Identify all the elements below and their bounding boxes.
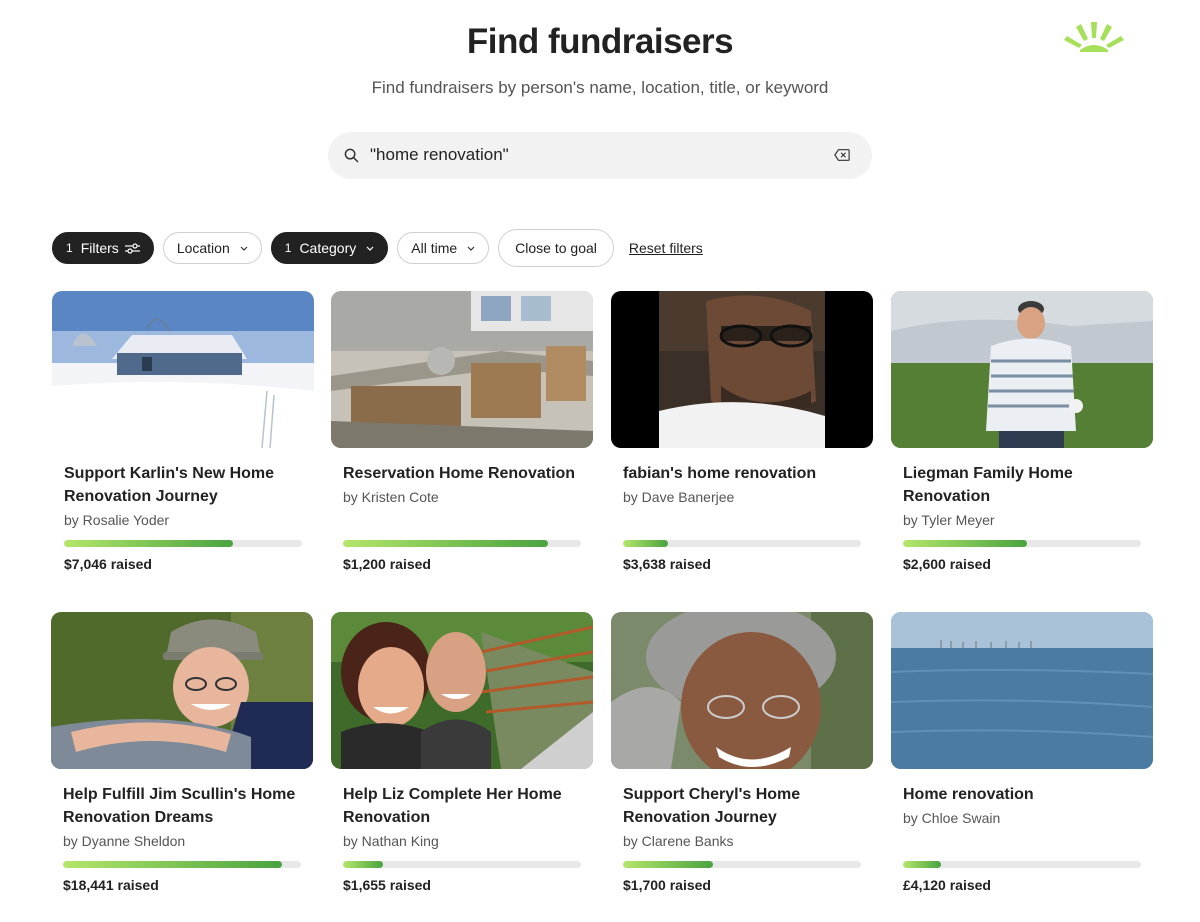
time-dropdown[interactable]: All time [397, 232, 490, 264]
fundraiser-organizer: by Tyler Meyer [903, 512, 995, 528]
page-title: Find fundraisers [466, 22, 734, 61]
amount-raised: $1,200 raised [343, 556, 431, 572]
fundraiser-title[interactable]: Reservation Home Renovation [343, 462, 581, 485]
progress-bar [343, 540, 581, 547]
filters-label: Filters [80, 240, 119, 256]
fundraiser-organizer: by Nathan King [343, 833, 439, 849]
amount-raised: $18,441 raised [63, 877, 159, 893]
fundraiser-organizer: by Rosalie Yoder [64, 512, 170, 528]
progress-fill [623, 861, 714, 868]
fundraiser-card[interactable]: Help Liz Complete Her Home Renovation by… [331, 612, 593, 893]
filters-button[interactable]: 1 Filters [52, 232, 154, 264]
close-to-goal-button[interactable]: Close to goal [498, 229, 614, 267]
location-label: Location [176, 240, 230, 256]
progress-fill [623, 540, 669, 547]
progress-bar [623, 861, 861, 868]
sliders-icon [124, 242, 140, 254]
fundraiser-title[interactable]: Home renovation [903, 783, 1141, 806]
progress-fill [343, 861, 384, 868]
fundraiser-title[interactable]: Help Liz Complete Her Home Renovation [343, 783, 581, 829]
category-count: 1 [284, 241, 292, 255]
progress-bar [623, 540, 861, 547]
fundraiser-image[interactable] [611, 291, 873, 448]
fundraiser-image[interactable] [52, 291, 314, 448]
fundraiser-card[interactable]: Help Fulfill Jim Scullin's Home Renovati… [51, 612, 313, 893]
progress-fill [63, 861, 282, 868]
fundraiser-title[interactable]: Liegman Family Home Renovation [903, 462, 1141, 508]
fundraiser-organizer: by Dave Banerjee [623, 489, 735, 505]
chevron-down-icon [240, 246, 248, 251]
fundraiser-card[interactable]: Reservation Home Renovation by Kristen C… [331, 291, 593, 572]
fundraiser-title[interactable]: Help Fulfill Jim Scullin's Home Renovati… [63, 783, 301, 829]
fundraiser-image[interactable] [331, 612, 593, 769]
filters-count: 1 [66, 241, 73, 255]
category-dropdown[interactable]: 1 Category [270, 232, 389, 264]
fundraiser-organizer: by Clarene Banks [623, 833, 734, 849]
search-input[interactable]: "home renovation" [370, 145, 509, 165]
amount-raised: $1,655 raised [343, 877, 431, 893]
fundraiser-card[interactable]: Support Cheryl's Home Renovation Journey… [611, 612, 873, 893]
filter-bar: 1 Filters Location 1 Category All time C… [52, 229, 703, 267]
amount-raised: $1,700 raised [623, 877, 711, 893]
fundraiser-organizer: by Dyanne Sheldon [63, 833, 186, 849]
fundraiser-title[interactable]: Support Karlin's New Home Renovation Jou… [64, 462, 302, 508]
amount-raised: $3,638 raised [623, 556, 711, 572]
progress-fill [903, 861, 942, 868]
fundraiser-organizer: by Chloe Swain [903, 810, 1001, 826]
search-bar[interactable]: "home renovation" [328, 132, 872, 179]
progress-bar [343, 861, 581, 868]
reset-filters-link[interactable]: Reset filters [629, 240, 703, 256]
progress-fill [903, 540, 1027, 547]
fundraiser-title[interactable]: Support Cheryl's Home Renovation Journey [623, 783, 861, 829]
amount-raised: £4,120 raised [903, 877, 991, 893]
fundraiser-image[interactable] [891, 291, 1153, 448]
search-icon [344, 148, 359, 163]
amount-raised: $7,046 raised [64, 556, 152, 572]
progress-bar [63, 861, 301, 868]
progress-fill [343, 540, 548, 547]
chevron-down-icon [366, 246, 374, 251]
fundraiser-card[interactable]: Liegman Family Home Renovation by Tyler … [891, 291, 1153, 572]
time-label: All time [411, 240, 458, 256]
amount-raised: $2,600 raised [903, 556, 991, 572]
progress-bar [64, 540, 302, 547]
progress-fill [64, 540, 233, 547]
chevron-down-icon [467, 246, 475, 251]
fundraiser-card[interactable]: Support Karlin's New Home Renovation Jou… [52, 291, 314, 572]
category-label: Category [299, 240, 357, 256]
close-to-goal-label: Close to goal [515, 240, 597, 256]
progress-bar [903, 540, 1141, 547]
progress-bar [903, 861, 1141, 868]
fundraiser-image[interactable] [611, 612, 873, 769]
fundraiser-image[interactable] [891, 612, 1153, 769]
fundraiser-organizer: by Kristen Cote [343, 489, 439, 505]
fundraiser-image[interactable] [331, 291, 593, 448]
fundraiser-image[interactable] [51, 612, 313, 769]
location-dropdown[interactable]: Location [162, 232, 262, 264]
clear-input-icon[interactable] [834, 148, 850, 162]
fundraiser-card[interactable]: Home renovation by Chloe Swain £4,120 ra… [891, 612, 1153, 893]
fundraiser-title[interactable]: fabian's home renovation [623, 462, 861, 485]
page-subtitle: Find fundraisers by person's name, locat… [371, 78, 829, 97]
fundraiser-card[interactable]: fabian's home renovation by Dave Banerje… [611, 291, 873, 572]
